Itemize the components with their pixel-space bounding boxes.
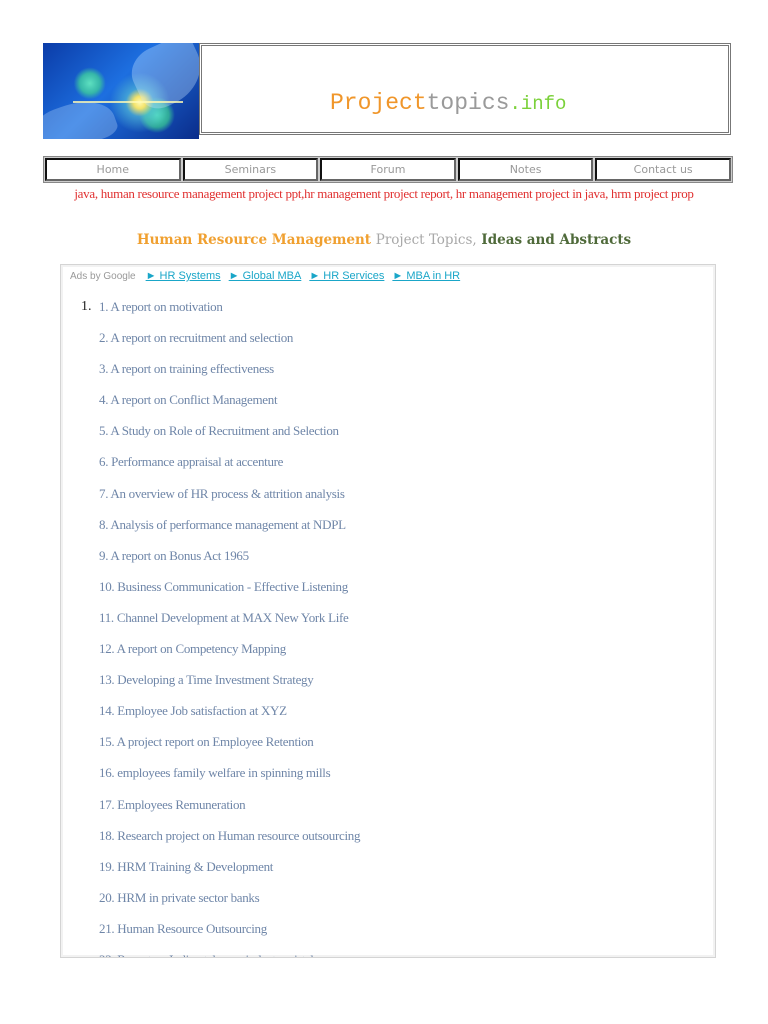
topic-link[interactable]: 20. HRM in private sector banks (99, 890, 360, 921)
hand-graphic (43, 90, 121, 139)
topic-list: 1. A report on motivation 2. A report on… (99, 299, 360, 957)
main-nav: Home Seminars Forum Notes Contact us (43, 156, 733, 183)
topic-link[interactable]: 17. Employees Remuneration (99, 797, 360, 828)
topic-link[interactable]: 11. Channel Development at MAX New York … (99, 610, 360, 641)
hand-graphic (123, 43, 199, 115)
keywords-line: java, human resource management project … (74, 186, 694, 201)
topic-link[interactable]: 19. HRM Training & Development (99, 859, 360, 890)
page-title: Human Resource Management Project Topics… (0, 232, 768, 248)
topic-link[interactable]: 2. A report on recruitment and selection (99, 330, 360, 361)
banner-image (43, 43, 199, 139)
topic-link[interactable]: 18. Research project on Human resource o… (99, 828, 360, 859)
title-part-ideas: Ideas and Abstracts (481, 232, 632, 248)
topic-link[interactable]: 7. An overview of HR process & attrition… (99, 486, 360, 517)
content-box: Ads by Google ► HR Systems ► Global MBA … (60, 264, 716, 958)
logo-box: Projecttopics.info (199, 43, 731, 135)
nav-forum[interactable]: Forum (320, 158, 456, 181)
topic-link[interactable]: 4. A report on Conflict Management (99, 392, 360, 423)
logo-part-info: .info (509, 93, 567, 115)
topic-link[interactable]: 14. Employee Job satisfaction at XYZ (99, 703, 360, 734)
nav-contact-us[interactable]: Contact us (595, 158, 731, 181)
ad-link-hr-services[interactable]: ► HR Services (309, 270, 384, 282)
topic-link[interactable]: 6. Performance appraisal at accenture (99, 454, 360, 485)
topic-link[interactable]: 8. Analysis of performance management at… (99, 517, 360, 548)
nav-home[interactable]: Home (45, 158, 181, 181)
light-beam-graphic (73, 101, 183, 103)
topic-link[interactable]: 13. Developing a Time Investment Strateg… (99, 672, 360, 703)
topic-link[interactable]: 16. employees family welfare in spinning… (99, 765, 360, 796)
topic-link[interactable]: 5. A Study on Role of Recruitment and Se… (99, 423, 360, 454)
logo-part-project: Project (330, 90, 427, 116)
nav-seminars[interactable]: Seminars (182, 158, 319, 181)
topic-link[interactable]: 21. Human Resource Outsourcing (99, 921, 360, 952)
ad-link-global-mba[interactable]: ► Global MBA (229, 270, 302, 282)
topic-link[interactable]: 15. A project report on Employee Retenti… (99, 734, 360, 765)
logo-part-topics: topics (426, 90, 510, 116)
title-part-subject: Human Resource Management (136, 232, 372, 248)
nav-notes[interactable]: Notes (457, 158, 594, 181)
ad-link-mba-in-hr[interactable]: ► MBA in HR (392, 270, 460, 282)
site-header: Projecttopics.info (43, 43, 733, 139)
topic-link[interactable]: 3. A report on training effectiveness (99, 361, 360, 392)
title-part-topics: Project Topics, (375, 232, 477, 248)
ads-bar: Ads by Google ► HR Systems ► Global MBA … (70, 270, 460, 282)
site-logo[interactable]: Projecttopics.info (330, 90, 566, 116)
topic-link[interactable]: 9. A report on Bonus Act 1965 (99, 548, 360, 579)
topic-link[interactable]: 1. A report on motivation (99, 299, 360, 330)
topic-link[interactable]: 22. Report on Indian telecom industry ai… (99, 952, 360, 957)
ads-by-google-label[interactable]: Ads by Google (70, 271, 136, 282)
outer-list-number: 1. (81, 299, 92, 314)
ad-link-hr-systems[interactable]: ► HR Systems (146, 270, 221, 282)
topic-link[interactable]: 12. A report on Competency Mapping (99, 641, 360, 672)
topic-link[interactable]: 10. Business Communication - Effective L… (99, 579, 360, 610)
